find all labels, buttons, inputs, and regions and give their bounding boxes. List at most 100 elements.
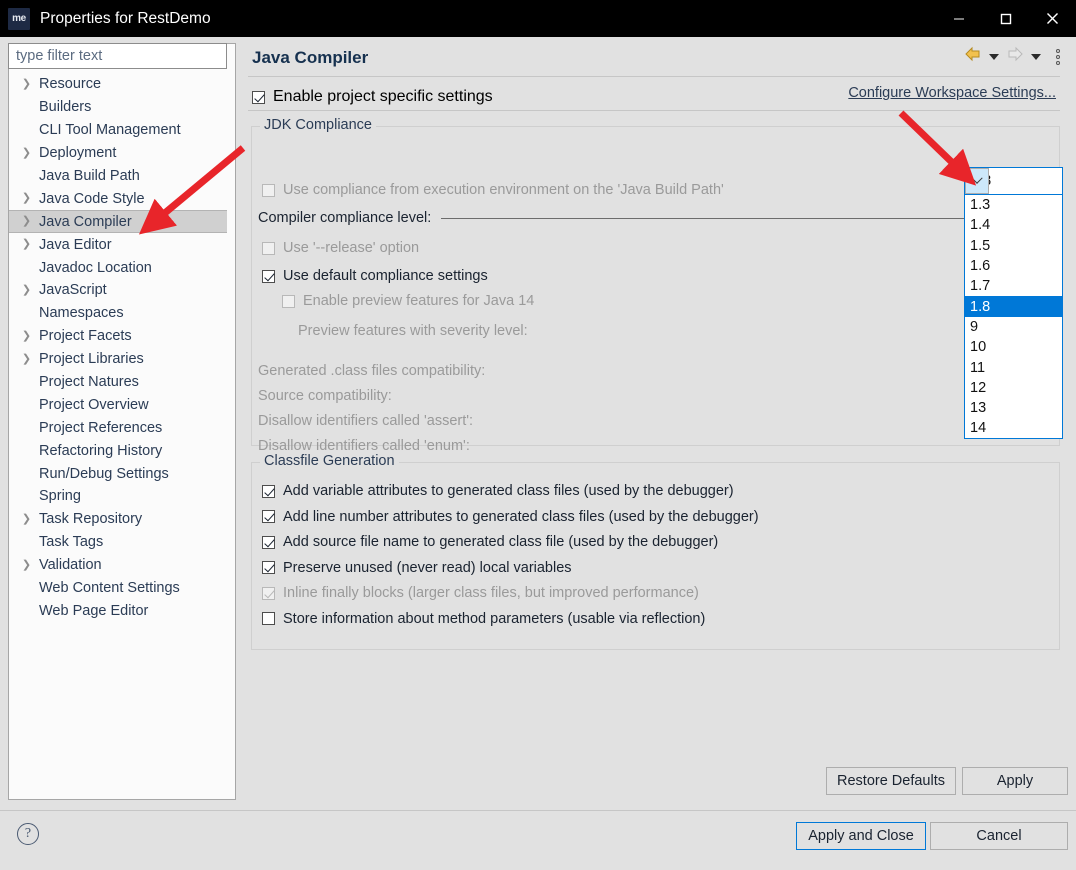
compliance-option[interactable]: 14: [965, 418, 1062, 438]
sidebar-item-run-debug-settings[interactable]: Run/Debug Settings: [9, 462, 235, 485]
disallow-enum-label: Disallow identifiers called 'enum':: [258, 438, 470, 454]
classfile-option-row[interactable]: Store information about method parameter…: [262, 611, 705, 627]
settings-tree[interactable]: ❯ Resource Builders CLI Tool Management ❯ Dep…: [9, 73, 235, 623]
chevron-right-icon[interactable]: ❯: [19, 216, 34, 227]
leader-line: [441, 214, 971, 222]
classfile-option-checkbox[interactable]: [262, 612, 275, 625]
chevron-right-icon[interactable]: ❯: [19, 353, 34, 365]
compliance-level-label: Compiler compliance level:: [258, 210, 432, 226]
sidebar-item-label: Java Code Style: [39, 190, 145, 207]
enable-preview-row: Enable preview features for Java 14: [282, 293, 534, 309]
back-arrow-icon[interactable]: [964, 46, 982, 67]
chevron-right-icon[interactable]: ❯: [19, 147, 34, 159]
back-history-chevron-down-icon[interactable]: [989, 53, 999, 60]
disallow-assert-label: Disallow identifiers called 'assert':: [258, 413, 474, 429]
maximize-icon[interactable]: [982, 0, 1029, 37]
chevron-right-icon[interactable]: ❯: [19, 239, 34, 250]
classfile-option-checkbox[interactable]: [262, 561, 275, 574]
sidebar-item-web-content-settings[interactable]: Web Content Settings: [9, 577, 235, 600]
compliance-option[interactable]: 13: [965, 398, 1062, 418]
chevron-right-icon[interactable]: ❯: [19, 78, 34, 90]
compliance-option[interactable]: 11: [965, 357, 1062, 377]
sidebar-item-spring[interactable]: Spring: [9, 485, 235, 508]
classfile-option-row[interactable]: Add line number attributes to generated …: [262, 509, 759, 525]
classfile-generation-group-title: Classfile Generation: [260, 453, 399, 469]
compliance-option[interactable]: 1.3: [965, 195, 1062, 215]
chevron-right-icon[interactable]: ❯: [19, 559, 34, 571]
sidebar-item-javadoc-location[interactable]: Javadoc Location: [9, 256, 235, 279]
sidebar-item-label: Javadoc Location: [39, 259, 152, 276]
compliance-option[interactable]: 1.8: [965, 296, 1062, 317]
vertical-dots-icon[interactable]: [1056, 48, 1060, 65]
classfile-option-checkbox[interactable]: [262, 535, 275, 549]
sidebar-item-java-build-path[interactable]: Java Build Path: [9, 165, 235, 188]
sidebar-item-resource[interactable]: ❯ Resource: [9, 73, 235, 96]
sidebar-item-web-page-editor[interactable]: Web Page Editor: [9, 599, 235, 622]
sidebar-item-namespaces[interactable]: Namespaces: [9, 302, 235, 325]
apply-label: Apply: [996, 773, 1034, 789]
window-controls: [935, 0, 1076, 37]
sidebar-item-java-editor[interactable]: ❯ Java Editor: [9, 233, 235, 256]
jdk-compliance-group-title: JDK Compliance: [260, 117, 376, 133]
sidebar-item-label: CLI Tool Management: [39, 122, 181, 139]
combobox-chevron-down-icon[interactable]: [965, 168, 989, 194]
compliance-option[interactable]: 1.5: [965, 236, 1062, 256]
sidebar-item-cli-tool-management[interactable]: CLI Tool Management: [9, 119, 235, 142]
sidebar-item-project-references[interactable]: Project References: [9, 416, 235, 439]
minimize-icon[interactable]: [935, 0, 982, 37]
page-nav-icons: [964, 46, 1062, 67]
help-icon[interactable]: ?: [17, 823, 39, 845]
enable-project-specific-checkbox[interactable]: [252, 90, 265, 104]
enable-project-specific-label: Enable project specific settings: [273, 88, 493, 105]
compliance-level-combobox[interactable]: 1.8: [964, 167, 1063, 195]
sidebar-item-label: Builders: [39, 99, 92, 116]
properties-dialog: me Properties for RestDemo ❯ Resource Buil…: [0, 0, 1076, 870]
configure-workspace-settings-link[interactable]: Configure Workspace Settings...: [848, 85, 1056, 101]
forward-history-chevron-down-icon[interactable]: [1031, 53, 1041, 60]
chevron-right-icon[interactable]: ❯: [19, 513, 34, 525]
sidebar-item-label: Project Libraries: [39, 351, 144, 368]
filter-input[interactable]: [8, 43, 227, 69]
compliance-option[interactable]: 9: [965, 317, 1062, 337]
chevron-right-icon[interactable]: ❯: [19, 193, 34, 204]
sidebar-item-label: Project Natures: [39, 374, 139, 391]
classfile-option-row[interactable]: Add variable attributes to generated cla…: [262, 483, 734, 499]
use-default-compliance-row[interactable]: Use default compliance settings: [262, 268, 488, 284]
sidebar-item-java-code-style[interactable]: ❯ Java Code Style: [9, 187, 235, 210]
sidebar-item-project-overview[interactable]: Project Overview: [9, 393, 235, 416]
enable-divider: [248, 110, 1060, 111]
sidebar-item-task-tags[interactable]: Task Tags: [9, 531, 235, 554]
apply-and-close-button[interactable]: Apply and Close: [796, 822, 926, 850]
sidebar-item-label: Task Tags: [39, 534, 104, 551]
chevron-right-icon[interactable]: ❯: [19, 284, 34, 296]
classfile-option-label: Store information about method parameter…: [283, 610, 706, 627]
sidebar-item-builders[interactable]: Builders: [9, 96, 235, 119]
sidebar-item-deployment[interactable]: ❯ Deployment: [9, 142, 235, 165]
sidebar-item-project-natures[interactable]: Project Natures: [9, 371, 235, 394]
apply-button[interactable]: Apply: [962, 767, 1068, 795]
sidebar-item-label: JavaScript: [39, 282, 107, 299]
classfile-option-row[interactable]: Add source file name to generated class …: [262, 534, 718, 550]
compliance-option[interactable]: 1.7: [965, 276, 1062, 296]
classfile-option-row[interactable]: Preserve unused (never read) local varia…: [262, 560, 572, 576]
compliance-level-options-list[interactable]: 1.3 1.4 1.5 1.6 1.7 1.8 9 10 11 12 13 14: [964, 195, 1063, 439]
sidebar-item-refactoring-history[interactable]: Refactoring History: [9, 439, 235, 462]
window-titlebar: me Properties for RestDemo: [0, 0, 1076, 37]
chevron-right-icon[interactable]: ❯: [19, 330, 34, 342]
sidebar-item-java-compiler[interactable]: ❯ Java Compiler: [9, 210, 227, 234]
cancel-button[interactable]: Cancel: [930, 822, 1068, 850]
sidebar-item-task-repository[interactable]: ❯ Task Repository: [9, 508, 235, 531]
sidebar-item-project-libraries[interactable]: ❯ Project Libraries: [9, 348, 235, 371]
compliance-option[interactable]: 10: [965, 337, 1062, 357]
sidebar-item-javascript[interactable]: ❯ JavaScript: [9, 279, 235, 302]
use-default-compliance-checkbox[interactable]: [262, 269, 275, 283]
classfile-option-checkbox[interactable]: [262, 484, 275, 498]
classfile-option-checkbox[interactable]: [262, 510, 275, 523]
sidebar-item-project-facets[interactable]: ❯ Project Facets: [9, 325, 235, 348]
compliance-option[interactable]: 1.4: [965, 215, 1062, 235]
sidebar-item-validation[interactable]: ❯ Validation: [9, 554, 235, 577]
compliance-option[interactable]: 12: [965, 378, 1062, 398]
restore-defaults-button[interactable]: Restore Defaults: [826, 767, 956, 795]
compliance-option[interactable]: 1.6: [965, 256, 1062, 276]
close-icon[interactable]: [1029, 0, 1076, 37]
